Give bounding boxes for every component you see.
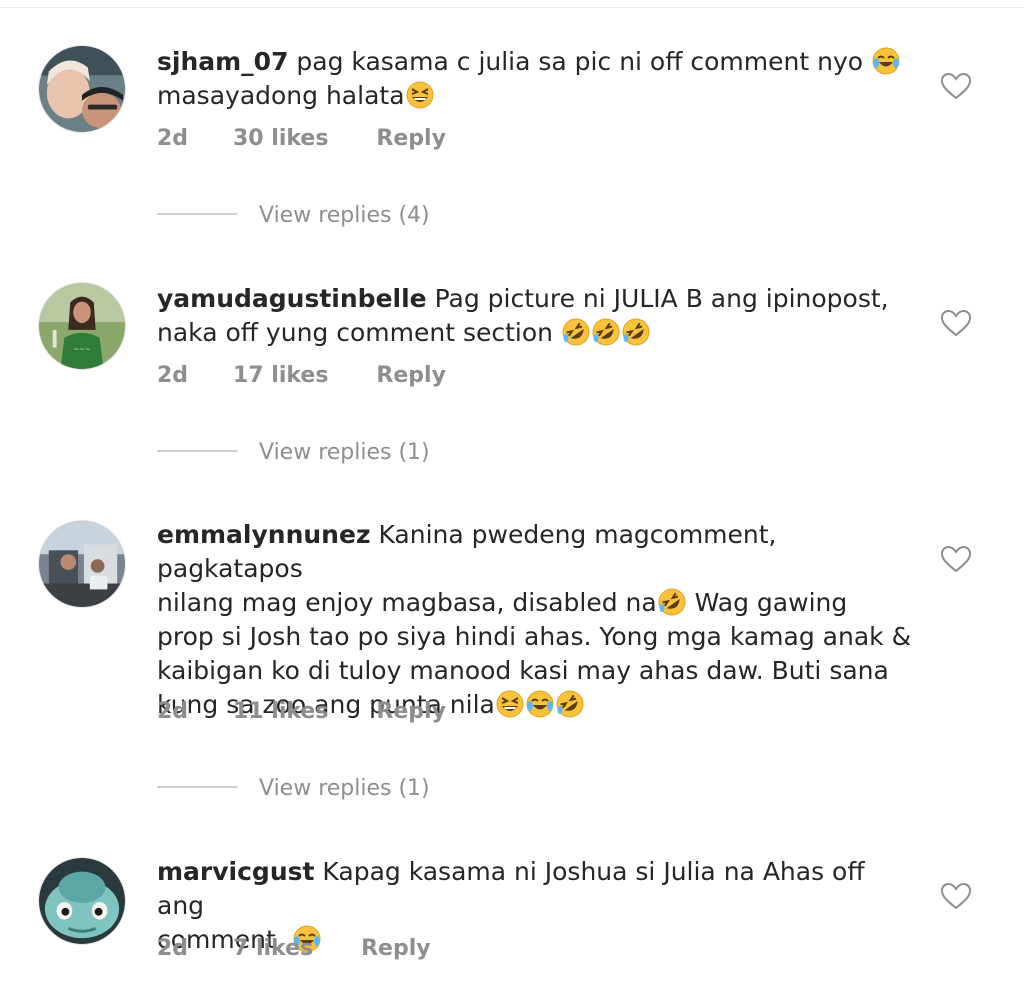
- reply-button[interactable]: Reply: [361, 932, 431, 966]
- avatar[interactable]: [38, 520, 126, 608]
- comment-text: yamudagustinbelle Pag picture ni JULIA B…: [157, 282, 917, 350]
- comment-username[interactable]: marvicgust: [157, 857, 314, 886]
- like-heart-icon[interactable]: [940, 308, 972, 338]
- like-heart-icon[interactable]: [940, 881, 972, 911]
- avatar[interactable]: [38, 857, 126, 945]
- comment-time: 2d: [157, 699, 189, 724]
- view-replies-button[interactable]: View replies (4): [157, 199, 430, 233]
- rolling-on-floor-laughing-emoji-icon: [562, 318, 590, 346]
- comment-time: 2d: [157, 363, 189, 388]
- rolling-on-floor-laughing-emoji-icon: [658, 588, 686, 616]
- comment-meta: 2d 7 likes Reply: [157, 932, 431, 966]
- rolling-on-floor-laughing-emoji-icon: [622, 318, 650, 346]
- comment-username[interactable]: sjham_07: [157, 47, 288, 76]
- comment-username[interactable]: emmalynnunez: [157, 520, 371, 549]
- comment-time: 2d: [157, 936, 189, 961]
- like-heart-icon[interactable]: [940, 71, 972, 101]
- comment-text: sjham_07 pag kasama c julia sa pic ni of…: [157, 45, 917, 113]
- comment-likes[interactable]: 30 likes: [233, 122, 328, 156]
- rolling-on-floor-laughing-emoji-icon: [592, 318, 620, 346]
- view-replies-divider: [157, 786, 237, 788]
- tears-of-joy-emoji-icon: [872, 47, 900, 75]
- top-divider: [0, 0, 1024, 8]
- avatar[interactable]: ~~~: [38, 282, 126, 370]
- grinning-squinting-emoji-icon: [496, 690, 524, 718]
- comment-meta: 2d 11 likes Reply: [157, 695, 446, 729]
- view-replies-divider: [157, 213, 237, 215]
- comment-meta: 2d 17 likes Reply: [157, 359, 446, 393]
- comment-text: emmalynnunez Kanina pwedeng magcomment, …: [157, 518, 917, 722]
- comment-likes[interactable]: 17 likes: [233, 359, 328, 393]
- svg-text:~~~: ~~~: [73, 345, 90, 353]
- reply-button[interactable]: Reply: [376, 695, 446, 729]
- reply-button[interactable]: Reply: [376, 359, 446, 393]
- reply-button[interactable]: Reply: [376, 122, 446, 156]
- comment-username[interactable]: yamudagustinbelle: [157, 284, 427, 313]
- comment-likes[interactable]: 7 likes: [233, 932, 313, 966]
- comment-meta: 2d 30 likes Reply: [157, 122, 446, 156]
- tears-of-joy-emoji-icon: [526, 690, 554, 718]
- view-replies-button[interactable]: View replies (1): [157, 436, 430, 470]
- grinning-squinting-emoji-icon: [406, 81, 434, 109]
- view-replies-divider: [157, 450, 237, 452]
- like-heart-icon[interactable]: [940, 544, 972, 574]
- view-replies-button[interactable]: View replies (1): [157, 772, 430, 806]
- rolling-on-floor-laughing-emoji-icon: [556, 690, 584, 718]
- comment-likes[interactable]: 11 likes: [233, 695, 328, 729]
- avatar[interactable]: [38, 45, 126, 133]
- comment-time: 2d: [157, 126, 189, 151]
